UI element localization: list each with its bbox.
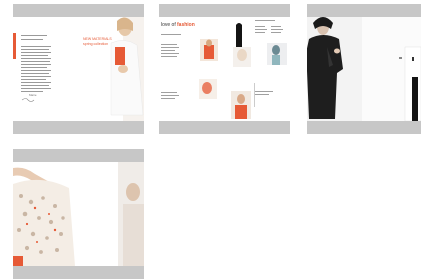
thumbnail-bottom-bar (13, 121, 144, 134)
page-thumbnail-1[interactable]: NEW MATERIALS spring collection Marie (13, 4, 144, 134)
spread-1-image (13, 17, 144, 121)
spread-4-image (13, 162, 144, 266)
thumbnail-preview: love of fashion (159, 17, 290, 121)
thumbnail-preview: NEW MATERIALS spring collection Marie (13, 17, 144, 121)
thumbnail-top-bar (13, 4, 144, 17)
thumbnail-bottom-bar (159, 121, 290, 134)
thumbnail-preview (13, 162, 144, 266)
thumbnail-preview (307, 17, 421, 121)
thumbnail-top-bar (159, 4, 290, 17)
page-thumbnail-4[interactable] (13, 149, 144, 279)
page-thumbnail-2[interactable]: love of fashion (159, 4, 290, 134)
spread-2-image (159, 17, 290, 121)
spread-2-title-word-2: fashion (177, 22, 195, 28)
thumbnail-bottom-bar (13, 266, 144, 279)
thumbnail-top-bar (13, 149, 144, 162)
spread-3-image (307, 17, 421, 121)
spread-2-title-word-1: love of (161, 22, 176, 28)
thumbnail-top-bar (307, 4, 421, 17)
spread-1-signature: Marie (29, 93, 37, 97)
spread-1-header-line-2: spring collection (83, 42, 109, 46)
page-thumbnail-3[interactable] (307, 4, 421, 134)
thumbnail-bottom-bar (307, 121, 421, 134)
